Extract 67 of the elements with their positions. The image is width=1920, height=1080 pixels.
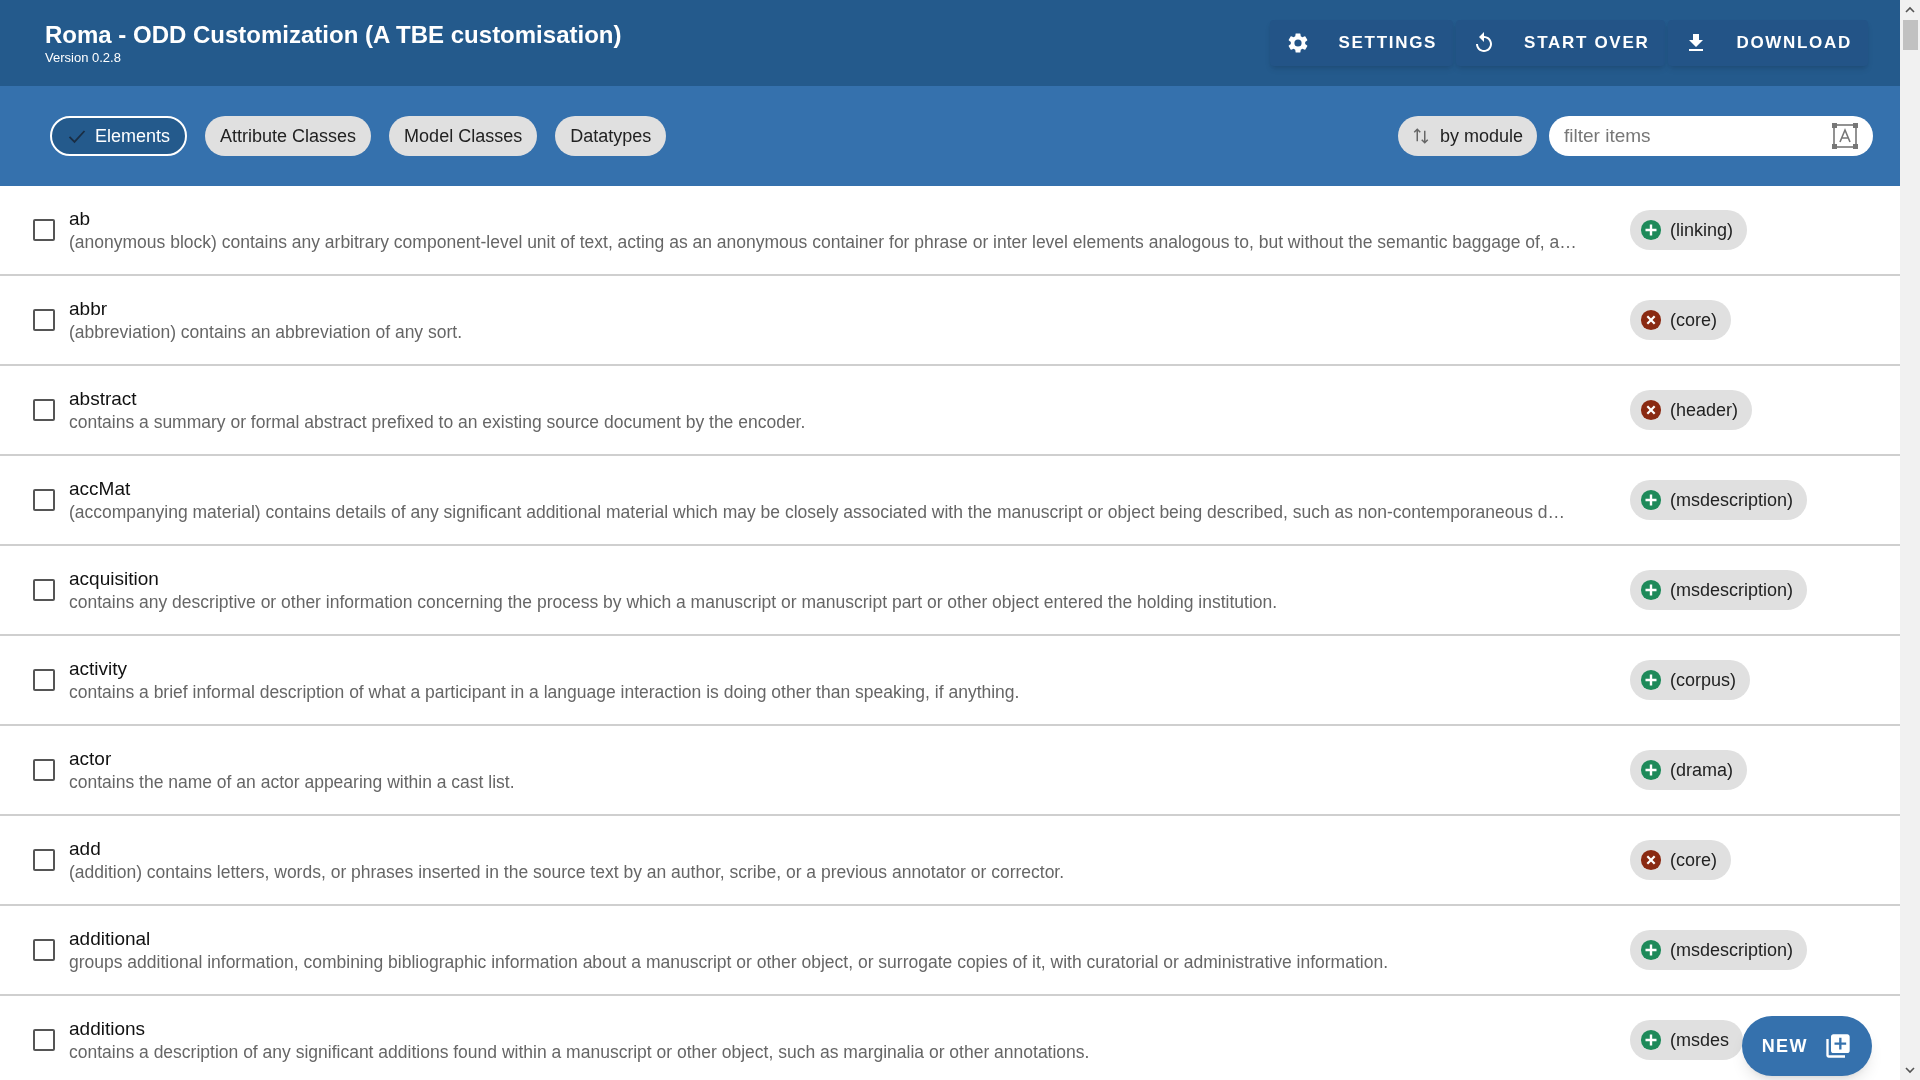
module-badge: (header) bbox=[1630, 390, 1753, 430]
module-badge: (msdescription) bbox=[1630, 480, 1808, 520]
element-name: actor bbox=[69, 746, 113, 771]
element-description: contains a description of any significant additions found within a manuscript or other object, such as marginalia or other annotations. bbox=[69, 1040, 1091, 1063]
plus-icon bbox=[1640, 669, 1662, 691]
module-badge: (core) bbox=[1630, 300, 1731, 340]
header-button[interactable]: START OVER bbox=[1456, 20, 1666, 66]
element-name: additional bbox=[69, 926, 152, 951]
header-button[interactable]: DOWNLOAD bbox=[1668, 20, 1868, 66]
sort-button[interactable]: by module bbox=[1397, 116, 1537, 156]
plus-icon bbox=[1640, 1029, 1662, 1051]
plus-icon bbox=[1640, 939, 1662, 961]
filter-field[interactable]: filter items bbox=[1549, 116, 1873, 156]
item-checkbox[interactable] bbox=[33, 399, 55, 421]
item-checkbox[interactable] bbox=[33, 309, 55, 331]
module-badge: (msdescription) bbox=[1630, 570, 1808, 610]
element-name: activity bbox=[69, 656, 129, 681]
element-name: ab bbox=[69, 206, 92, 231]
item-checkbox[interactable] bbox=[33, 489, 55, 511]
app-title: Roma - ODD Customization (A TBE customisation) bbox=[45, 19, 622, 50]
element-name: acquisition bbox=[69, 566, 160, 591]
module-badge: (msdescription) bbox=[1630, 930, 1808, 970]
module-badge: (linking) bbox=[1630, 210, 1748, 250]
element-description: (addition) contains letters, words, or phrases inserted in the source text by an author, scribe, or a previous annotator or corrector. bbox=[69, 860, 1066, 883]
element-description: contains a brief informal description of what a participant in a language interaction is doing other than speaking, if anything. bbox=[69, 680, 1021, 703]
scrollbar-thumb[interactable] bbox=[1902, 20, 1918, 50]
module-badge: (msdes bbox=[1630, 1020, 1743, 1060]
item-checkbox[interactable] bbox=[33, 759, 55, 781]
module-badge: (drama) bbox=[1630, 750, 1747, 790]
plus-icon bbox=[1640, 759, 1662, 781]
element-name: additions bbox=[69, 1016, 147, 1041]
element-description: (accompanying material) contains details of any significant additional material which may be closely associated with the manuscript or object being described, such as non-contemporaneous d… bbox=[69, 500, 1567, 523]
plus-icon bbox=[1640, 489, 1662, 511]
module-badge: (core) bbox=[1630, 840, 1731, 880]
element-name: abstract bbox=[69, 386, 138, 411]
item-checkbox[interactable] bbox=[33, 1029, 55, 1051]
element-description: contains the name of an actor appearing within a cast list. bbox=[69, 770, 516, 793]
element-description: groups additional information, combining bibliographic information about a manuscript or other object, or surrogate copies of it, with curatorial or administrative information. bbox=[69, 950, 1389, 973]
new-button[interactable]: NEW bbox=[1741, 1016, 1872, 1076]
header-button[interactable]: SETTINGS bbox=[1270, 20, 1454, 66]
element-description: contains a summary or formal abstract prefixed to an existing source document by the encoder. bbox=[69, 410, 807, 433]
item-checkbox[interactable] bbox=[33, 669, 55, 691]
element-description: (anonymous block) contains any arbitrary component-level unit of text, acting as an anonymous container for phrase or inter level elements analogous to, but without the semantic baggage of, a… bbox=[69, 230, 1578, 253]
scroll-down-icon[interactable] bbox=[1904, 1064, 1916, 1076]
module-badge: (corpus) bbox=[1630, 660, 1750, 700]
element-name: accMat bbox=[69, 476, 132, 501]
filter-chip[interactable]: Attribute Classes bbox=[205, 116, 372, 156]
item-checkbox[interactable] bbox=[33, 939, 55, 961]
filter-chip[interactable]: Elements bbox=[50, 116, 188, 156]
plus-icon bbox=[1640, 579, 1662, 601]
text-select-icon bbox=[1831, 122, 1859, 150]
plus-icon bbox=[1640, 219, 1662, 241]
close-icon bbox=[1640, 849, 1662, 871]
sort-icon bbox=[1411, 127, 1430, 145]
filter-chip[interactable]: Datatypes bbox=[555, 116, 667, 156]
element-name: abbr bbox=[69, 296, 109, 321]
item-checkbox[interactable] bbox=[33, 579, 55, 601]
element-name: add bbox=[69, 836, 102, 861]
version-label: Version 0.2.8 bbox=[45, 49, 122, 67]
close-icon bbox=[1640, 399, 1662, 421]
element-description: contains any descriptive or other information concerning the process by which a manuscript or manuscript part or other object entered the holding institution. bbox=[69, 590, 1279, 613]
element-description: (abbreviation) contains an abbreviation of any sort. bbox=[69, 320, 463, 343]
item-checkbox[interactable] bbox=[33, 219, 55, 241]
close-icon bbox=[1640, 309, 1662, 331]
filter-chip[interactable]: Model Classes bbox=[389, 116, 538, 156]
item-checkbox[interactable] bbox=[33, 849, 55, 871]
add-copy-icon bbox=[1824, 1032, 1852, 1060]
